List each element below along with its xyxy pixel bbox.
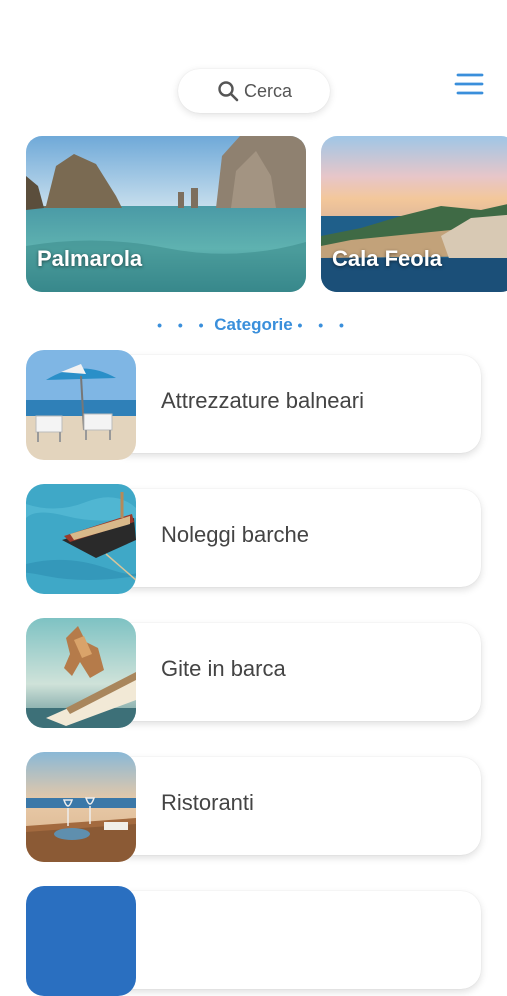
category-item-partial[interactable] bbox=[26, 886, 482, 996]
search-label: Cerca bbox=[243, 80, 292, 101]
menu-button[interactable] bbox=[451, 70, 487, 98]
category-label: Noleggi barche bbox=[161, 522, 309, 547]
destination-title: Cala Feola bbox=[332, 246, 443, 271]
boat-trip-thumbnail bbox=[26, 618, 136, 728]
destination-card-cala-feola[interactable]: Cala Feola bbox=[321, 136, 507, 292]
category-label: Attrezzature balneari bbox=[161, 388, 364, 413]
categories-heading-label: Categorie bbox=[214, 315, 293, 334]
restaurant-thumbnail bbox=[26, 752, 136, 862]
search-icon bbox=[216, 79, 240, 103]
category-item-noleggi-barche[interactable]: Noleggi barche bbox=[26, 484, 482, 594]
category-item-gite-in-barca[interactable]: Gite in barca bbox=[26, 618, 482, 728]
heading-dots-left: • • • bbox=[157, 317, 210, 333]
category-item-attrezzature-balneari[interactable]: Attrezzature balneari bbox=[26, 350, 482, 460]
category-item-ristoranti[interactable]: Ristoranti bbox=[26, 752, 482, 862]
boat-rental-thumbnail bbox=[26, 484, 136, 594]
category-thumbnail-partial bbox=[26, 886, 136, 996]
category-label: Ristoranti bbox=[161, 790, 254, 815]
search-button[interactable]: Cerca bbox=[178, 69, 330, 113]
destination-title: Palmarola bbox=[37, 246, 143, 271]
heading-dots-right: • • • bbox=[297, 317, 350, 333]
category-card bbox=[111, 891, 481, 989]
destination-card-palmarola[interactable]: Palmarola bbox=[26, 136, 306, 292]
category-label: Gite in barca bbox=[161, 656, 286, 681]
hamburger-menu-icon bbox=[454, 73, 484, 95]
beach-equipment-thumbnail bbox=[26, 350, 136, 460]
categories-heading: • • • Categorie • • • bbox=[0, 315, 507, 335]
